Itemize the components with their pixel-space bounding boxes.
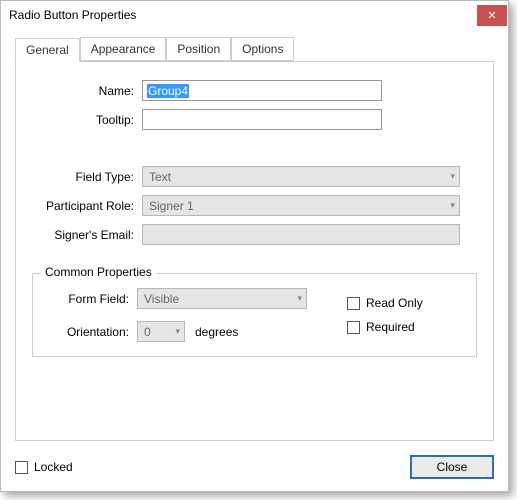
name-value: Group4 (147, 84, 189, 98)
field-type-dropdown[interactable]: Text ▾ (142, 166, 460, 187)
read-only-checkbox[interactable]: Read Only (347, 296, 423, 310)
field-type-value: Text (149, 170, 171, 184)
common-properties-legend: Common Properties (41, 265, 156, 279)
tab-panel-general: Name: Group4 Tooltip: Field Type: (15, 61, 494, 441)
titlebar: Radio Button Properties ✕ (1, 1, 508, 29)
required-label: Required (366, 320, 415, 334)
participant-role-value: Signer 1 (149, 199, 194, 213)
field-type-label: Field Type: (32, 170, 142, 184)
chevron-down-icon: ▾ (450, 171, 455, 182)
checkbox-icon (347, 297, 360, 310)
chevron-down-icon: ▾ (297, 293, 302, 304)
signers-email-input[interactable] (142, 224, 460, 245)
chevron-down-icon: ▾ (175, 326, 180, 337)
close-button[interactable]: Close (410, 455, 494, 479)
form-field-label: Form Field: (45, 292, 137, 306)
orientation-value: 0 (144, 325, 151, 339)
locked-checkbox[interactable]: Locked (15, 460, 73, 474)
window-title: Radio Button Properties (9, 8, 136, 22)
tab-options-label: Options (242, 42, 283, 56)
checkbox-icon (347, 321, 360, 334)
locked-label: Locked (34, 460, 73, 474)
chevron-down-icon: ▾ (450, 200, 455, 211)
tab-options[interactable]: Options (231, 37, 294, 61)
signers-email-label: Signer's Email: (32, 228, 142, 242)
tab-appearance[interactable]: Appearance (80, 37, 167, 61)
tab-general-label: General (26, 43, 69, 57)
participant-role-dropdown[interactable]: Signer 1 ▾ (142, 195, 460, 216)
properties-dialog: Radio Button Properties ✕ General Appear… (0, 0, 509, 492)
dialog-footer: Locked Close (1, 445, 508, 491)
degrees-label: degrees (195, 325, 238, 339)
tooltip-input[interactable] (142, 109, 382, 130)
orientation-label: Orientation: (45, 325, 137, 339)
checkbox-icon (15, 461, 28, 474)
required-checkbox[interactable]: Required (347, 320, 423, 334)
participant-role-label: Participant Role: (32, 199, 142, 213)
window-close-button[interactable]: ✕ (477, 5, 507, 26)
form-field-dropdown[interactable]: Visible ▾ (137, 288, 307, 309)
tab-general[interactable]: General (15, 38, 80, 62)
close-icon: ✕ (487, 9, 496, 22)
read-only-label: Read Only (366, 296, 423, 310)
orientation-dropdown[interactable]: 0 ▾ (137, 321, 185, 342)
tooltip-label: Tooltip: (32, 113, 142, 127)
name-input[interactable]: Group4 (142, 80, 382, 101)
form-field-value: Visible (144, 292, 179, 306)
tab-position[interactable]: Position (166, 37, 231, 61)
content-area: General Appearance Position Options Name… (1, 29, 508, 445)
name-label: Name: (32, 84, 142, 98)
tab-strip: General Appearance Position Options (15, 37, 494, 61)
tab-position-label: Position (177, 42, 220, 56)
close-button-label: Close (437, 460, 468, 474)
common-properties-group: Common Properties Form Field: Visible ▾ … (32, 273, 477, 357)
tab-appearance-label: Appearance (91, 42, 156, 56)
